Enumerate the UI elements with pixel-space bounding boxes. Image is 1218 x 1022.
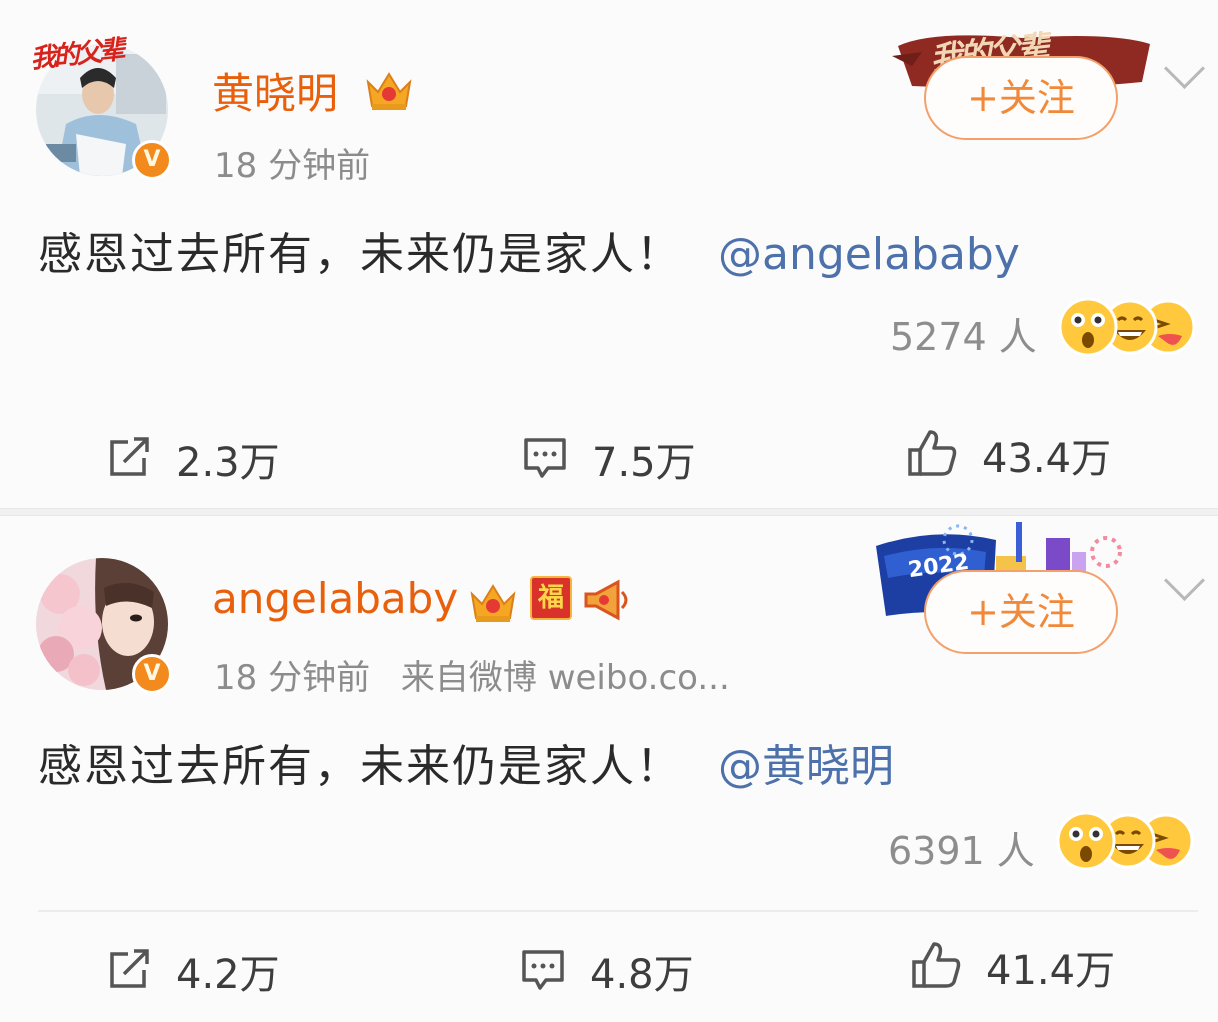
verified-icon: V [132,654,172,694]
like-button[interactable]: 41.4万 [910,938,1115,996]
mention-link[interactable]: @angelababy [718,229,1020,280]
surprised-emoji [1058,297,1118,357]
surprised-emoji [1056,811,1116,871]
comment-button[interactable]: 7.5万 [522,430,696,488]
weibo-post: 我的父辈 V 黄晓明 18 分钟前 我的父辈 +关注 感恩过去所有，未来仍是家人… [0,0,1218,508]
post-body: 感恩过去所有，未来仍是家人！ [38,741,682,792]
mention-link[interactable]: @黄晓明 [718,741,894,792]
post-text: 感恩过去所有，未来仍是家人！ @黄晓明 [38,730,894,794]
repost-icon [106,434,152,484]
user-name[interactable]: angelababy [212,574,458,623]
comment-icon [522,434,568,484]
fu-badge-icon: 福 [530,576,572,620]
repost-count: 4.2万 [176,952,280,998]
post-time: 18 分钟前 [214,146,371,186]
like-count: 43.4万 [982,436,1112,482]
reaction-count[interactable]: 6391 人 [888,820,1035,875]
user-name[interactable]: 黄晓明 [212,60,338,121]
thumbs-up-icon [910,940,962,994]
weibo-post: V angelababy 福 18 分钟前 来自微博 weibo.co... 2… [0,516,1218,1022]
crown-icon [468,578,518,628]
reaction-emojis[interactable] [1056,810,1196,872]
comment-button[interactable]: 4.8万 [520,942,694,1000]
chevron-down-icon[interactable] [1163,559,1206,602]
follow-button[interactable]: +关注 [924,570,1118,654]
repost-button[interactable]: 2.3万 [106,430,280,488]
verified-icon: V [132,140,172,180]
post-time-text: 18 分钟前 [214,658,371,698]
post-time: 18 分钟前 来自微博 weibo.co... [214,650,730,699]
crown-icon [364,66,414,116]
post-separator [0,508,1218,516]
follow-button[interactable]: +关注 [924,56,1118,140]
reaction-emojis[interactable] [1058,296,1198,358]
comment-count: 4.8万 [590,952,694,998]
post-text: 感恩过去所有，未来仍是家人！ @angelababy [38,218,1020,282]
chevron-down-icon[interactable] [1163,47,1206,90]
megaphone-icon [582,578,634,626]
actions-divider [38,910,1198,912]
post-source: 来自微博 weibo.co... [400,658,730,698]
post-body: 感恩过去所有，未来仍是家人！ [38,229,682,280]
repost-icon [106,946,152,996]
like-button[interactable]: 43.4万 [906,426,1111,484]
comment-icon [520,946,566,996]
comment-count: 7.5万 [592,440,696,486]
repost-count: 2.3万 [176,440,280,486]
thumbs-up-icon [906,428,958,482]
like-count: 41.4万 [986,948,1116,994]
reaction-count[interactable]: 5274 人 [890,306,1037,361]
repost-button[interactable]: 4.2万 [106,942,280,1000]
